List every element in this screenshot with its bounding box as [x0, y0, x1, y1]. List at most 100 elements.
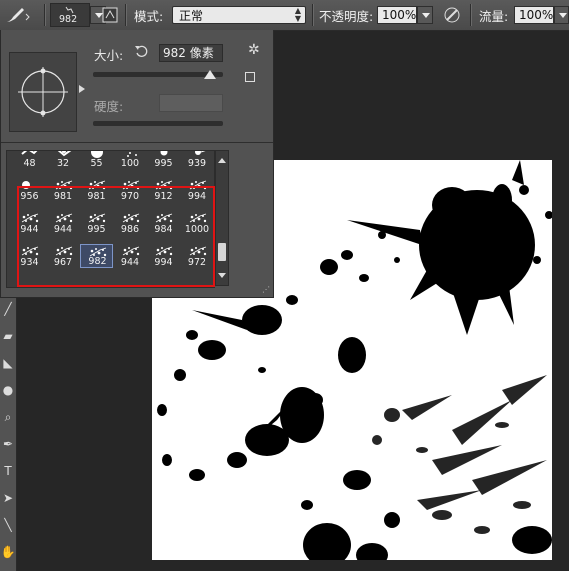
- brush-tip-thumbnail-icon: [126, 152, 137, 157]
- flow-field[interactable]: 100%: [514, 6, 554, 24]
- eraser-tool-icon[interactable]: ▰: [0, 326, 16, 346]
- opacity-dropdown[interactable]: [417, 6, 433, 24]
- preset-size-label: 934: [20, 257, 39, 268]
- hand-tool-icon[interactable]: ✋: [0, 542, 16, 562]
- preset-size-label: 944: [20, 224, 39, 235]
- preset-size-label: 981: [53, 191, 73, 202]
- preset-scrollbar[interactable]: [215, 150, 229, 286]
- scroll-down-icon[interactable]: [218, 273, 226, 282]
- brush-tip-thumbnail-icon: [155, 180, 173, 190]
- brush-tip-thumbnail-icon: [155, 213, 173, 223]
- zoom-tool-icon[interactable]: ⌕: [0, 407, 16, 427]
- preset-size-label: 982: [88, 256, 107, 267]
- preset-size-label: 956: [20, 191, 39, 202]
- brush-tip-thumbnail-icon: [91, 151, 103, 158]
- tip-arrow-icon: [79, 85, 89, 93]
- reset-size-icon[interactable]: [134, 44, 148, 61]
- preset-size-label: 967: [53, 257, 73, 268]
- brush-preset-item[interactable]: 986: [114, 211, 147, 235]
- hardness-input: [159, 94, 223, 112]
- resize-grip-icon[interactable]: ⋰: [262, 285, 270, 294]
- preset-size-label: 944: [53, 224, 73, 235]
- brush-preset-picker[interactable]: 982: [50, 3, 90, 27]
- brush-preset-item[interactable]: 967: [47, 244, 80, 268]
- paint-bucket-icon[interactable]: ◣: [0, 353, 16, 373]
- brush-tool-icon[interactable]: [4, 0, 30, 30]
- scroll-up-icon[interactable]: [218, 154, 226, 163]
- brush-preset-item[interactable]: 32: [47, 151, 80, 169]
- size-label: 大小:: [94, 48, 124, 63]
- preset-size-label: 995: [87, 224, 106, 235]
- brush-preset-item[interactable]: 982: [80, 244, 113, 268]
- preset-size-label: 972: [187, 257, 207, 268]
- brush-tip-thumbnail-icon: [189, 180, 206, 190]
- preset-size-label: 986: [120, 224, 140, 235]
- brush-preset-item[interactable]: 944: [114, 244, 147, 268]
- hardness-slider: [93, 121, 223, 126]
- mode-label: 模式:: [134, 8, 164, 24]
- brush-tip-preview[interactable]: [9, 52, 77, 132]
- brush-tip-thumbnail-icon: [55, 246, 72, 256]
- chevron-updown-icon: ▲ ▼: [294, 6, 301, 23]
- brush-preset-item[interactable]: 944: [47, 211, 80, 235]
- preset-size-label: 912: [154, 191, 173, 202]
- size-slider-thumb[interactable]: [204, 70, 216, 79]
- line-tool-icon[interactable]: ╲: [0, 515, 16, 535]
- brush-preset-item[interactable]: 994: [181, 178, 214, 202]
- brush-tip-thumbnail-icon: [155, 246, 173, 256]
- brush-preset-item[interactable]: 981: [80, 178, 113, 202]
- brush-tip-thumbnail-icon: [21, 213, 39, 223]
- brush-preset-item[interactable]: 994: [147, 244, 180, 268]
- preset-size-label: 994: [154, 257, 173, 268]
- flow-label: 流量:: [479, 8, 509, 24]
- brush-preset-item[interactable]: 970: [114, 178, 147, 202]
- type-tool-icon[interactable]: T: [0, 461, 16, 481]
- brush-panel-toggle-icon[interactable]: [101, 0, 119, 30]
- preset-size-label: 48: [23, 158, 36, 169]
- brush-preset-item[interactable]: 944: [13, 211, 46, 235]
- scroll-thumb[interactable]: [218, 242, 226, 261]
- brush-preset-item[interactable]: 939: [181, 151, 214, 169]
- opacity-field[interactable]: 100%: [377, 6, 417, 24]
- brush-preset-item[interactable]: 995: [147, 151, 180, 169]
- new-preset-icon[interactable]: [245, 72, 255, 82]
- preset-grid: 48 32 55 100 995 939 956 981 981 970 912 994 944 944 9…: [6, 150, 215, 288]
- mode-select[interactable]: 正常 ▲ ▼: [172, 6, 306, 24]
- brush-size-readout: 982: [59, 14, 78, 25]
- preset-size-label: 55: [90, 158, 103, 169]
- brush-preset-item[interactable]: 972: [181, 244, 214, 268]
- mode-value: 正常: [179, 9, 204, 23]
- brush-preset-item[interactable]: 995: [80, 211, 113, 235]
- preset-size-label: 995: [154, 158, 173, 169]
- preset-size-label: 970: [120, 191, 140, 202]
- brush-preset-item[interactable]: 984: [147, 211, 180, 235]
- flow-dropdown[interactable]: [554, 6, 569, 24]
- brush-tip-thumbnail-icon: [122, 213, 139, 223]
- gear-icon[interactable]: ✲: [248, 42, 260, 58]
- brush-preset-item[interactable]: 1000: [181, 211, 214, 235]
- size-input[interactable]: 982 像素: [159, 44, 223, 62]
- brush-preset-item[interactable]: 48: [13, 151, 46, 169]
- preset-size-label: 939: [187, 158, 207, 169]
- brush-preset-item[interactable]: 934: [13, 244, 46, 268]
- brush-preset-item[interactable]: 55: [80, 151, 113, 169]
- brush-preset-item[interactable]: 981: [47, 178, 80, 202]
- opacity-label: 不透明度:: [319, 8, 374, 24]
- preset-size-label: 981: [87, 191, 106, 202]
- preset-size-label: 994: [187, 191, 207, 202]
- brush-tip-thumbnail-icon: [189, 246, 206, 256]
- brush-tip-thumbnail-icon: [88, 180, 106, 190]
- pen-tool-icon[interactable]: ✒: [0, 434, 16, 454]
- brush-tip-thumbnail-icon: [160, 151, 168, 156]
- brush-preset-item[interactable]: 956: [13, 178, 46, 202]
- brush-preset-item[interactable]: 912: [147, 178, 180, 202]
- pressure-opacity-icon[interactable]: [442, 0, 462, 30]
- brush-tip-thumbnail-icon: [122, 180, 139, 190]
- brush-preset-item[interactable]: 100: [114, 151, 147, 169]
- brush-tool-icon[interactable]: ╱: [0, 299, 16, 319]
- brush-preset-panel: 大小: 982 像素 ✲ 硬度: 48 32 55 100 995 939 956 981 98…: [0, 30, 274, 298]
- dodge-tool-icon[interactable]: ●: [0, 380, 16, 400]
- brush-tip-thumbnail-icon: [122, 246, 139, 256]
- path-select-icon[interactable]: ➤: [0, 488, 16, 508]
- brush-tip-thumbnail-icon: [21, 151, 38, 155]
